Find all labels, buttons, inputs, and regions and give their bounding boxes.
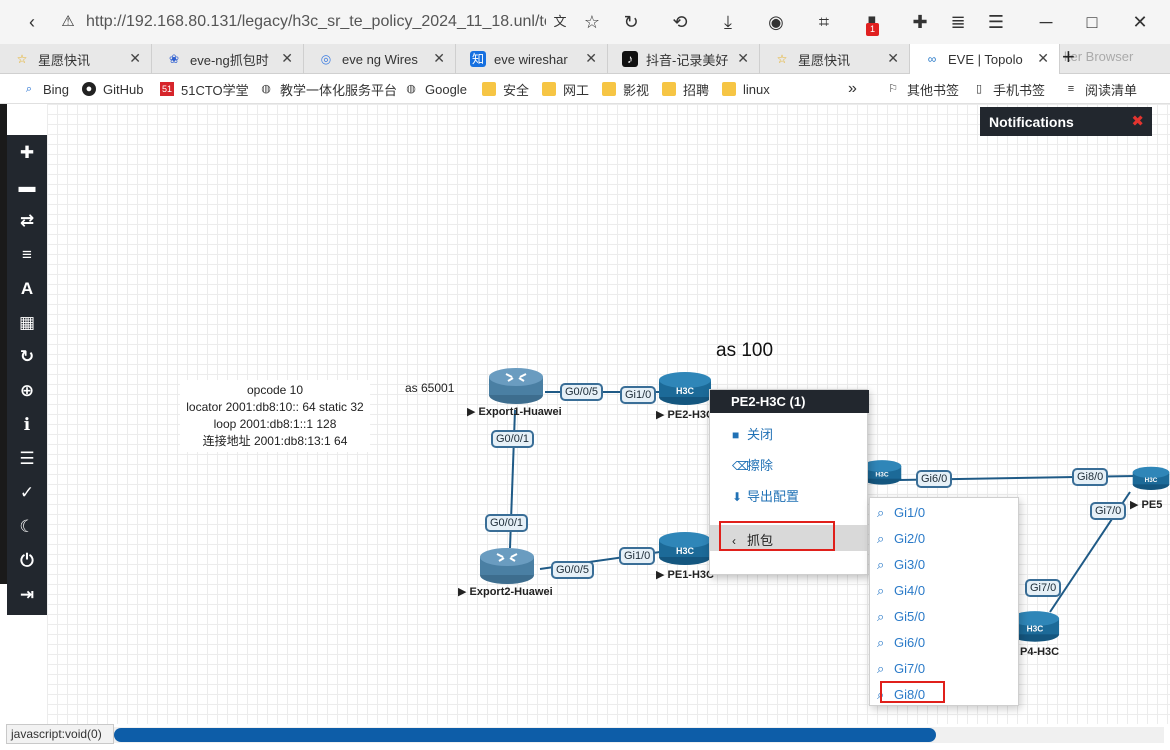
node-name: PE1-H3C: [667, 569, 714, 581]
pe2-label[interactable]: ▶ PE2-H3C: [656, 408, 714, 421]
note-line: loop 2001:db8:1::1 128: [213, 417, 337, 431]
menu-item-stop[interactable]: ■ 关闭: [710, 419, 867, 445]
port-label[interactable]: Gi1/0: [619, 547, 656, 565]
eraser-icon: ⌫: [732, 459, 749, 473]
interface-label: Gi2/0: [894, 531, 926, 546]
port-label[interactable]: Gi8/0: [1072, 468, 1109, 486]
export2-label[interactable]: ▶ Export2-Huawei: [458, 585, 553, 598]
port-label[interactable]: G0/0/5: [551, 561, 595, 579]
note-line: locator 2001:db8:10:: 64 static 32: [186, 400, 364, 414]
as100-label[interactable]: as 100: [716, 340, 773, 362]
close-icon[interactable]: ✖: [1131, 112, 1144, 130]
port-label[interactable]: Gi1/0: [620, 386, 657, 404]
port-label[interactable]: Gi7/0: [1090, 502, 1127, 520]
search-icon: ⌕: [877, 635, 885, 650]
node-name: PE5: [1141, 499, 1163, 511]
export1-label[interactable]: ▶ Export1-Huawei: [467, 405, 562, 418]
search-icon: ⌕: [877, 505, 885, 520]
search-icon: ⌕: [877, 609, 885, 624]
power-icon[interactable]: ⏻: [7, 546, 47, 576]
note-line: opcode 10: [246, 383, 304, 397]
pe1-router-icon[interactable]: H3C: [658, 530, 712, 566]
interface-label: Gi5/0: [894, 609, 926, 624]
capture-interface-item[interactable]: ⌕ Gi6/0: [877, 632, 997, 654]
port-label[interactable]: G0/0/1: [491, 430, 535, 448]
refresh-icon[interactable]: ↻: [7, 342, 47, 372]
capture-interface-item[interactable]: ⌕ Gi7/0: [877, 658, 997, 680]
capture-interface-submenu: ⌕ Gi1/0 ⌕ Gi2/0 ⌕ Gi3/0 ⌕ Gi4/0 ⌕ Gi5/0 ⌕ Gi6/…: [869, 497, 1019, 706]
router-badge: H3C: [1145, 477, 1158, 484]
node-name: Export2-Huawei: [469, 586, 553, 598]
router-badge: H3C: [676, 386, 695, 396]
port-label[interactable]: Gi7/0: [1025, 579, 1062, 597]
menu-item-wipe[interactable]: ⌫擦除: [710, 450, 867, 476]
node-name: PE2-H3C: [667, 409, 714, 421]
status-bar: javascript:void(0): [6, 724, 114, 744]
notifications-panel[interactable]: Notifications ✖: [980, 107, 1152, 136]
menu-item-export-config[interactable]: ⬇ 导出配置: [710, 481, 867, 507]
horizontal-scrollbar-thumb[interactable]: [114, 728, 936, 742]
info-icon[interactable]: ℹ: [7, 410, 47, 440]
stop-icon: ■: [732, 428, 740, 442]
interface-label: Gi4/0: [894, 583, 926, 598]
menu-label: 关闭: [747, 427, 774, 442]
capture-interface-item[interactable]: ⌕ Gi5/0: [877, 606, 997, 628]
interface-label: Gi3/0: [894, 557, 926, 572]
zoom-icon[interactable]: ⊕: [7, 376, 47, 406]
search-icon: ⌕: [877, 557, 885, 572]
as65001-label[interactable]: as 65001: [405, 381, 454, 395]
download-icon: ⬇: [732, 490, 743, 504]
p-router-icon[interactable]: H3C: [862, 454, 902, 490]
config-note[interactable]: opcode 10 locator 2001:db8:10:: 64 stati…: [180, 380, 370, 452]
notifications-title: Notifications: [989, 114, 1074, 130]
export2-router-icon[interactable]: [479, 545, 535, 585]
port-label[interactable]: G0/0/1: [485, 514, 529, 532]
pe5-router-icon[interactable]: H3C: [1132, 460, 1170, 496]
logout-icon[interactable]: ⇥: [7, 580, 47, 610]
capture-interface-item[interactable]: ⌕ Gi1/0: [877, 502, 997, 524]
interface-label: Gi7/0: [894, 661, 926, 676]
node-name: Export1-Huawei: [478, 406, 562, 418]
interface-label: Gi1/0: [894, 505, 926, 520]
nodes-icon[interactable]: ▬: [7, 172, 47, 202]
networks-icon[interactable]: ⇄: [7, 206, 47, 236]
search-icon: ⌕: [877, 583, 885, 598]
pe1-label[interactable]: ▶ PE1-H3C: [656, 568, 714, 581]
router-badge: H3C: [875, 471, 889, 478]
pe2-router-icon[interactable]: H3C: [658, 370, 712, 406]
router-badge: H3C: [1027, 624, 1044, 634]
add-object-icon[interactable]: ✚: [7, 138, 47, 168]
capture-interface-item[interactable]: ⌕ Gi3/0: [877, 554, 997, 576]
capture-highlight-box: [719, 521, 835, 551]
context-menu-title: PE2-H3C (1): [710, 390, 869, 413]
search-icon: ⌕: [877, 661, 885, 676]
check-icon[interactable]: ✓: [7, 478, 47, 508]
search-icon: ⌕: [877, 531, 885, 546]
pe5-label[interactable]: ▶ PE5: [1130, 498, 1162, 511]
grid-icon[interactable]: ▦: [7, 308, 47, 338]
list-icon[interactable]: ☰: [7, 444, 47, 474]
capture-interface-item[interactable]: ⌕ Gi4/0: [877, 580, 997, 602]
menu-label: 擦除: [747, 458, 774, 473]
note-line: 连接地址 2001:db8:13:1 64: [202, 434, 348, 448]
interface-label: Gi6/0: [894, 635, 926, 650]
export1-router-icon[interactable]: [488, 365, 544, 405]
router-badge: H3C: [676, 546, 695, 556]
p4-label[interactable]: P4-H3C: [1020, 646, 1059, 658]
capture-interface-item[interactable]: ⌕ Gi2/0: [877, 528, 997, 550]
startup-configs-icon[interactable]: ≡: [7, 240, 47, 270]
moon-icon[interactable]: ☾: [7, 512, 47, 542]
menu-label: 导出配置: [747, 489, 800, 504]
text-icon[interactable]: A: [7, 274, 47, 304]
port-label[interactable]: Gi6/0: [916, 470, 953, 488]
eve-sidebar: ✚ ▬ ⇄ ≡ A ▦ ↻ ⊕ ℹ ☰ ✓ ☾ ⏻ ⇥: [7, 135, 47, 615]
port-label[interactable]: G0/0/5: [560, 383, 604, 401]
gi8-highlight-box: [880, 681, 945, 703]
